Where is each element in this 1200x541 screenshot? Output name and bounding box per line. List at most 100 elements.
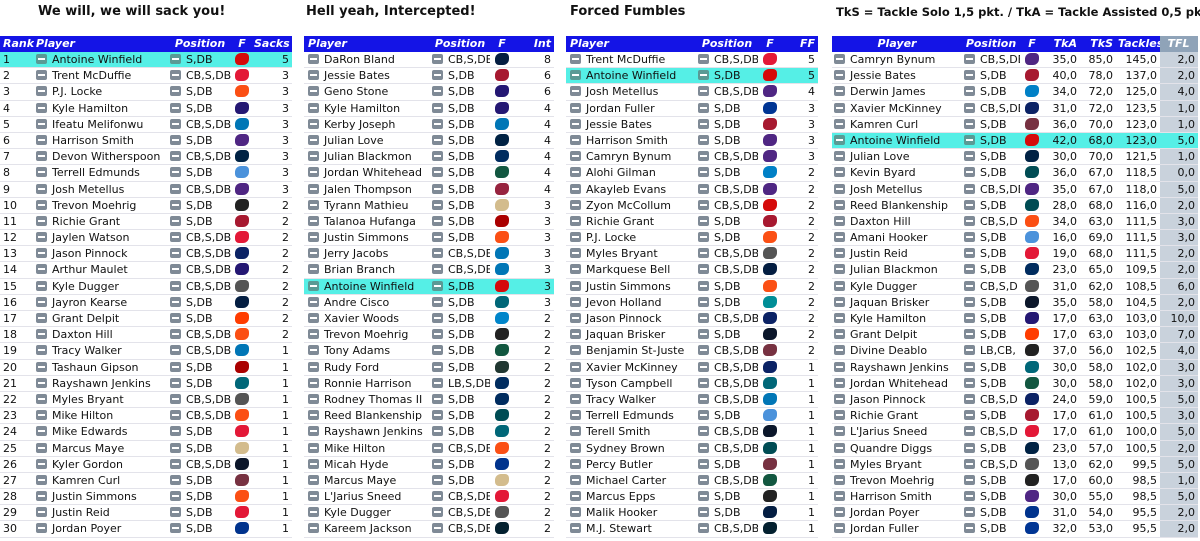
collapse-icon[interactable] [308, 54, 319, 64]
player-cell[interactable]: Arthur Maulet [34, 262, 168, 277]
collapse-icon[interactable] [698, 474, 709, 485]
collapse-icon[interactable] [570, 199, 581, 210]
collapse-icon[interactable] [570, 313, 581, 323]
table-row[interactable]: Rayshawn Jenkins S,DB 2 [304, 424, 554, 441]
player-cell[interactable]: Trent McDuffie [34, 68, 168, 83]
collapse-icon[interactable] [308, 134, 319, 145]
collapse-icon[interactable] [698, 248, 709, 259]
collapse-icon[interactable] [36, 167, 47, 178]
collapse-icon[interactable] [698, 102, 709, 113]
table-row[interactable]: 11 Richie Grant S,DB 2 [0, 214, 292, 231]
player-cell[interactable]: Markquese Bell [566, 262, 696, 277]
collapse-icon[interactable] [570, 474, 581, 485]
table-row[interactable]: 10 Trevon Moehrig S,DB 2 [0, 198, 292, 214]
collapse-icon[interactable] [834, 118, 845, 129]
collapse-icon[interactable] [432, 248, 443, 259]
player-cell[interactable]: Antoine Winfield [34, 52, 168, 67]
table-row[interactable]: L'Jarius Sneed CB,S,D 17,0 61,0 100,0 5,0 [832, 424, 1198, 441]
collapse-icon[interactable] [570, 296, 581, 307]
player-cell[interactable]: Tracy Walker [566, 392, 696, 407]
collapse-icon[interactable] [432, 345, 443, 356]
collapse-icon[interactable] [834, 248, 845, 259]
player-cell[interactable]: Kyle Hamilton [34, 101, 168, 116]
table-row[interactable]: 29 Justin Reid S,DB 1 [0, 505, 292, 522]
header-team[interactable]: F [1020, 36, 1044, 52]
collapse-icon[interactable] [170, 345, 181, 356]
table-row[interactable]: Alohi Gilman S,DB 2 [566, 165, 818, 182]
player-cell[interactable]: Kyle Dugger [832, 279, 962, 294]
collapse-icon[interactable] [36, 393, 47, 404]
player-cell[interactable]: Julian Love [832, 149, 962, 164]
collapse-icon[interactable] [698, 54, 709, 64]
collapse-icon[interactable] [570, 54, 581, 64]
player-cell[interactable]: Grant Delpit [832, 327, 962, 342]
collapse-icon[interactable] [308, 329, 319, 340]
collapse-icon[interactable] [36, 151, 47, 162]
collapse-icon[interactable] [834, 215, 845, 226]
header-team[interactable]: F [232, 36, 252, 52]
table-row[interactable]: Antoine Winfield S,DB 3 [304, 278, 554, 295]
player-cell[interactable]: Terell Smith [566, 424, 696, 439]
collapse-icon[interactable] [36, 491, 47, 502]
table-row[interactable]: Julian Love S,DB 4 [304, 133, 554, 150]
table-row[interactable]: 13 Jason Pinnock CB,S,DB 2 [0, 246, 292, 263]
collapse-icon[interactable] [698, 118, 709, 129]
player-cell[interactable]: Julian Love [304, 133, 430, 148]
collapse-icon[interactable] [834, 377, 845, 388]
collapse-icon[interactable] [964, 134, 975, 145]
player-cell[interactable]: Brian Branch [304, 262, 430, 277]
collapse-icon[interactable] [964, 426, 975, 437]
collapse-icon[interactable] [834, 54, 845, 64]
collapse-icon[interactable] [36, 313, 47, 323]
collapse-icon[interactable] [170, 296, 181, 307]
collapse-icon[interactable] [834, 458, 845, 469]
table-row[interactable]: 21 Rayshawn Jenkins S,DB 1 [0, 376, 292, 392]
player-cell[interactable]: Ifeatu Melifonwu [34, 117, 168, 132]
collapse-icon[interactable] [432, 426, 443, 437]
player-cell[interactable]: Terrell Edmunds [566, 408, 696, 423]
collapse-icon[interactable] [964, 167, 975, 178]
player-cell[interactable]: Derwin James [832, 84, 962, 99]
table-row[interactable]: Kyle Dugger CB,S,D 31,0 62,0 108,5 6,0 [832, 278, 1198, 295]
collapse-icon[interactable] [834, 345, 845, 356]
table-row[interactable]: Brian Branch CB,S,DB 3 [304, 262, 554, 279]
player-cell[interactable]: Kyle Hamilton [832, 311, 962, 326]
table-row[interactable]: Kamren Curl S,DB 36,0 70,0 123,0 1,0 [832, 116, 1198, 133]
collapse-icon[interactable] [36, 410, 47, 421]
collapse-icon[interactable] [432, 264, 443, 275]
collapse-icon[interactable] [834, 523, 845, 534]
table-row[interactable]: Reed Blankenship S,DB 28,0 68,0 116,0 2,0 [832, 197, 1198, 214]
collapse-icon[interactable] [964, 491, 975, 502]
collapse-icon[interactable] [308, 199, 319, 210]
collapse-icon[interactable] [964, 361, 975, 372]
player-cell[interactable]: Harrison Smith [566, 133, 696, 148]
table-row[interactable]: Trevon Moehrig S,DB 2 [304, 327, 554, 344]
collapse-icon[interactable] [698, 393, 709, 404]
collapse-icon[interactable] [36, 86, 47, 97]
player-cell[interactable]: Camryn Bynum [566, 149, 696, 164]
table-row[interactable]: 23 Mike Hilton CB,S,DB 1 [0, 408, 292, 425]
collapse-icon[interactable] [964, 215, 975, 226]
player-cell[interactable]: DaRon Bland [304, 52, 430, 67]
collapse-icon[interactable] [570, 248, 581, 259]
player-cell[interactable]: Geno Stone [304, 84, 430, 99]
player-cell[interactable]: Akayleb Evans [566, 182, 696, 197]
table-row[interactable]: 4 Kyle Hamilton S,DB 3 [0, 101, 292, 117]
player-cell[interactable]: L'Jarius Sneed [304, 489, 430, 504]
collapse-icon[interactable] [570, 183, 581, 194]
collapse-icon[interactable] [308, 118, 319, 129]
table-row[interactable]: Benjamin St-Juste CB,S,DB 2 [566, 343, 818, 360]
player-cell[interactable]: Daxton Hill [832, 214, 962, 229]
table-row[interactable]: Talanoa Hufanga S,DB 3 [304, 214, 554, 231]
collapse-icon[interactable] [170, 377, 181, 388]
player-cell[interactable]: Harrison Smith [34, 133, 168, 148]
collapse-icon[interactable] [570, 458, 581, 469]
collapse-icon[interactable] [570, 442, 581, 453]
collapse-icon[interactable] [834, 474, 845, 485]
player-cell[interactable]: Rayshawn Jenkins [34, 376, 168, 391]
collapse-icon[interactable] [308, 151, 319, 162]
table-row[interactable]: Akayleb Evans CB,S,DB 2 [566, 182, 818, 198]
collapse-icon[interactable] [964, 54, 975, 64]
player-cell[interactable]: Richie Grant [566, 214, 696, 229]
collapse-icon[interactable] [308, 377, 319, 388]
